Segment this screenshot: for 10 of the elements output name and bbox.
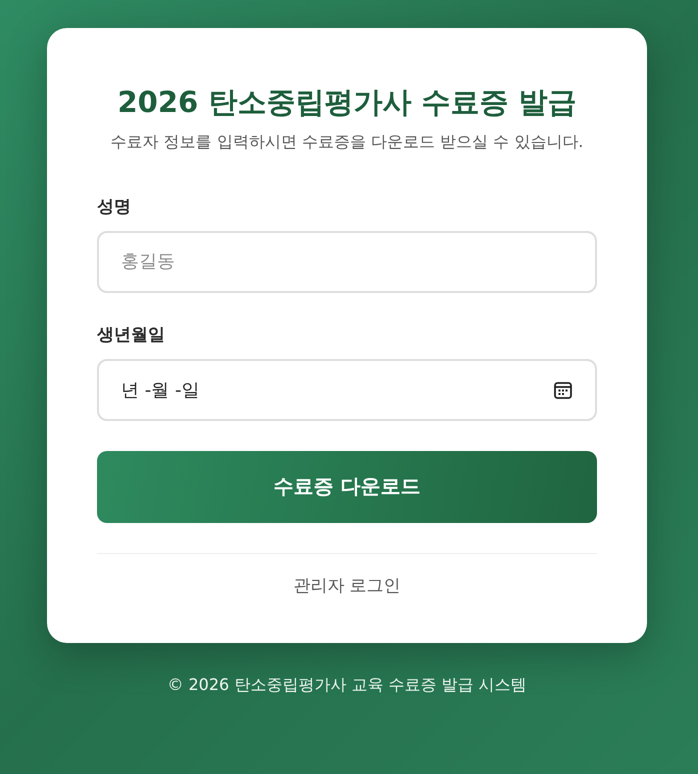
calendar-icon[interactable] bbox=[553, 380, 573, 400]
date-input-field[interactable]: 년 -월 -일 bbox=[97, 358, 597, 421]
name-input-field[interactable]: 홍길동 bbox=[97, 230, 597, 293]
admin-login-link[interactable]: 관리자 로그인 bbox=[293, 574, 401, 597]
page-title: 2026 탄소중립평가사 수료증 발급 bbox=[116, 84, 578, 121]
download-button[interactable]: 수료증 다운로드 bbox=[97, 450, 597, 523]
footer-text: © 2026 탄소중립평가사 교육 수료증 발급 시스템 bbox=[166, 674, 528, 696]
field-label: 성명 bbox=[97, 196, 132, 218]
subtitle: 수료자 정보를 입력하시면 수료증을 다운로드 받으실 수 있습니다. bbox=[110, 132, 584, 153]
field-label: 생년월일 bbox=[97, 324, 166, 346]
